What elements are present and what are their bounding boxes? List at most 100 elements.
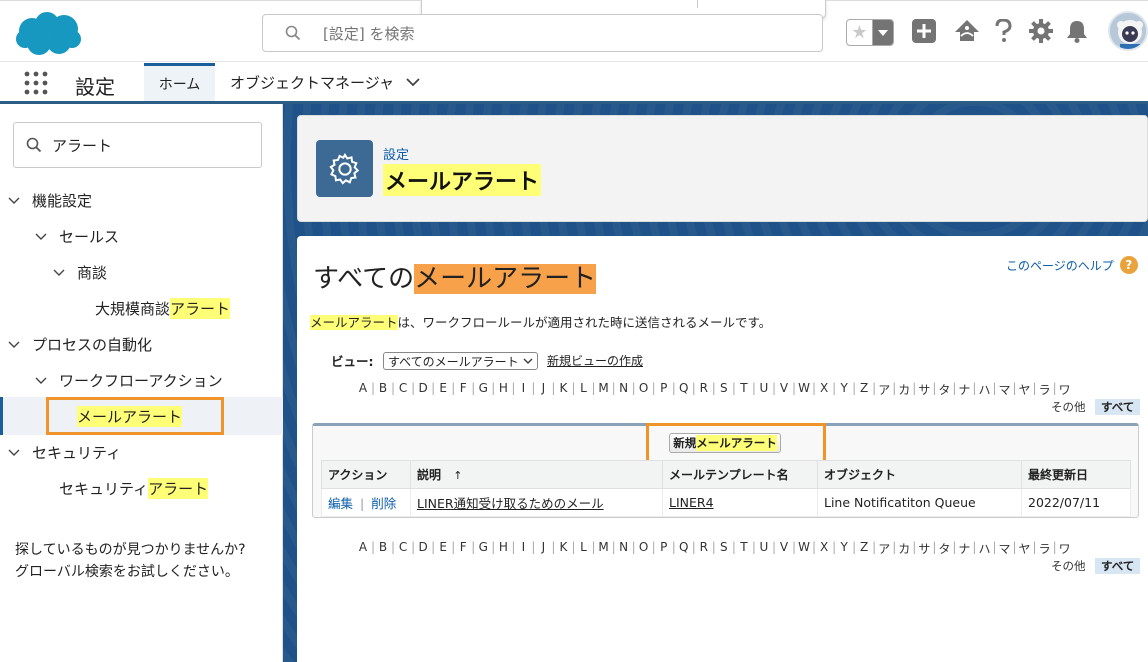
- alpha-all-top[interactable]: すべて: [1095, 399, 1141, 415]
- alpha-letter[interactable]: B: [377, 381, 389, 398]
- alpha-letter[interactable]: T: [738, 381, 750, 398]
- alpha-letter[interactable]: L: [578, 540, 590, 557]
- alpha-letter[interactable]: N: [618, 540, 630, 557]
- alpha-letter[interactable]: カ: [898, 381, 910, 398]
- salesforce-cloud-logo[interactable]: [14, 11, 82, 57]
- alpha-letter[interactable]: マ: [999, 540, 1011, 557]
- alpha-letter[interactable]: M: [598, 381, 610, 398]
- col-last-modified[interactable]: 最終更新日: [1021, 460, 1131, 489]
- favorites-group[interactable]: ★: [846, 19, 894, 46]
- quick-find-box[interactable]: [13, 122, 262, 168]
- tree-item-big-deal-alert[interactable]: 大規模商談 アラート: [95, 290, 231, 326]
- tree-item-feature-settings[interactable]: 機能設定: [8, 182, 92, 218]
- col-description[interactable]: 説明 ↑: [410, 460, 663, 489]
- notifications-bell-icon[interactable]: [1066, 19, 1088, 43]
- alpha-letter[interactable]: U: [758, 381, 770, 398]
- alpha-letter[interactable]: M: [598, 540, 610, 557]
- view-select[interactable]: すべてのメールアラート: [383, 352, 538, 370]
- alpha-letter[interactable]: V: [778, 540, 790, 557]
- alpha-letter[interactable]: P: [658, 381, 670, 398]
- alpha-letter[interactable]: ハ: [978, 540, 990, 557]
- alpha-letter[interactable]: ワ: [1059, 540, 1071, 557]
- alpha-letter[interactable]: C: [397, 540, 409, 557]
- col-email-template[interactable]: メールテンプレート名: [662, 460, 818, 489]
- alpha-letter[interactable]: タ: [938, 381, 950, 398]
- description-link[interactable]: LINER通知受け取るためのメール: [417, 496, 604, 511]
- global-search-box[interactable]: [262, 14, 823, 52]
- alpha-letter[interactable]: X: [818, 540, 830, 557]
- alpha-letter[interactable]: サ: [918, 540, 930, 557]
- alpha-letter[interactable]: J: [537, 381, 549, 398]
- breadcrumb[interactable]: 設定: [383, 144, 409, 163]
- favorites-dropdown-button[interactable]: [873, 20, 893, 45]
- alpha-letter[interactable]: V: [778, 381, 790, 398]
- alpha-letter[interactable]: J: [537, 540, 549, 557]
- alpha-letter[interactable]: H: [497, 540, 509, 557]
- alpha-letter[interactable]: F: [457, 381, 469, 398]
- alpha-letter[interactable]: タ: [938, 540, 950, 557]
- template-link[interactable]: LINER4: [669, 495, 714, 510]
- alpha-letter[interactable]: W: [798, 540, 810, 557]
- alpha-letter[interactable]: F: [457, 540, 469, 557]
- global-search-input[interactable]: [323, 23, 803, 45]
- alpha-letter[interactable]: ヤ: [1019, 381, 1031, 398]
- alpha-letter[interactable]: B: [377, 540, 389, 557]
- help-link[interactable]: このページのヘルプ ?: [1006, 256, 1138, 274]
- alpha-letter[interactable]: A: [357, 381, 369, 398]
- alpha-letter[interactable]: G: [477, 381, 489, 398]
- alpha-letter[interactable]: ナ: [958, 540, 970, 557]
- alpha-all-bottom[interactable]: すべて: [1095, 558, 1141, 574]
- alpha-letter[interactable]: ア: [878, 540, 890, 557]
- alpha-letter[interactable]: H: [497, 381, 509, 398]
- alpha-letter[interactable]: P: [658, 540, 670, 557]
- alpha-letter[interactable]: S: [718, 540, 730, 557]
- tree-item-security-alert[interactable]: セキュリティ アラート: [59, 470, 209, 506]
- alpha-letter[interactable]: ラ: [1039, 381, 1051, 398]
- app-launcher-waffle-icon[interactable]: [24, 71, 48, 95]
- alpha-letter[interactable]: K: [557, 540, 569, 557]
- alpha-letter[interactable]: Y: [838, 540, 850, 557]
- alpha-other-bottom[interactable]: その他: [1051, 558, 1086, 574]
- alpha-letter[interactable]: E: [437, 540, 449, 557]
- edit-link[interactable]: 編集: [328, 496, 353, 511]
- new-view-link[interactable]: 新規ビューの作成: [547, 352, 643, 369]
- alpha-letter[interactable]: ワ: [1059, 381, 1071, 398]
- alpha-letter[interactable]: T: [738, 540, 750, 557]
- alpha-letter[interactable]: カ: [898, 540, 910, 557]
- alpha-letter[interactable]: Z: [858, 540, 870, 557]
- alpha-letter[interactable]: G: [477, 540, 489, 557]
- alpha-letter[interactable]: ハ: [978, 381, 990, 398]
- alpha-letter[interactable]: S: [718, 381, 730, 398]
- alpha-letter[interactable]: A: [357, 540, 369, 557]
- alpha-letter[interactable]: W: [798, 381, 810, 398]
- alpha-letter[interactable]: C: [397, 381, 409, 398]
- setup-gear-icon[interactable]: [1029, 19, 1053, 43]
- alpha-letter[interactable]: Y: [838, 381, 850, 398]
- alpha-letter[interactable]: I: [517, 381, 529, 398]
- tab-object-manager[interactable]: オブジェクトマネージャ: [230, 72, 394, 93]
- alpha-letter[interactable]: ラ: [1039, 540, 1051, 557]
- alpha-letter[interactable]: R: [698, 540, 710, 557]
- delete-link[interactable]: 削除: [371, 496, 396, 511]
- favorite-star-icon[interactable]: ★: [847, 20, 873, 45]
- quick-find-input[interactable]: [52, 134, 252, 156]
- alpha-letter[interactable]: K: [557, 381, 569, 398]
- alpha-letter[interactable]: Q: [678, 540, 690, 557]
- alpha-letter[interactable]: Z: [858, 381, 870, 398]
- alpha-letter[interactable]: ア: [878, 381, 890, 398]
- alpha-letter[interactable]: Q: [678, 381, 690, 398]
- col-object[interactable]: オブジェクト: [817, 460, 1022, 489]
- tree-item-process-automation[interactable]: プロセスの自動化: [8, 326, 152, 362]
- tab-home[interactable]: ホーム: [144, 63, 215, 101]
- chevron-down-icon[interactable]: [406, 77, 420, 87]
- alpha-letter[interactable]: U: [758, 540, 770, 557]
- alpha-letter[interactable]: マ: [999, 381, 1011, 398]
- alpha-letter[interactable]: サ: [918, 381, 930, 398]
- alpha-letter[interactable]: D: [417, 381, 429, 398]
- tree-item-sales[interactable]: セールス: [35, 218, 119, 254]
- alpha-letter[interactable]: D: [417, 540, 429, 557]
- alpha-letter[interactable]: X: [818, 381, 830, 398]
- alpha-letter[interactable]: N: [618, 381, 630, 398]
- alpha-letter[interactable]: I: [517, 540, 529, 557]
- alpha-letter[interactable]: O: [638, 381, 650, 398]
